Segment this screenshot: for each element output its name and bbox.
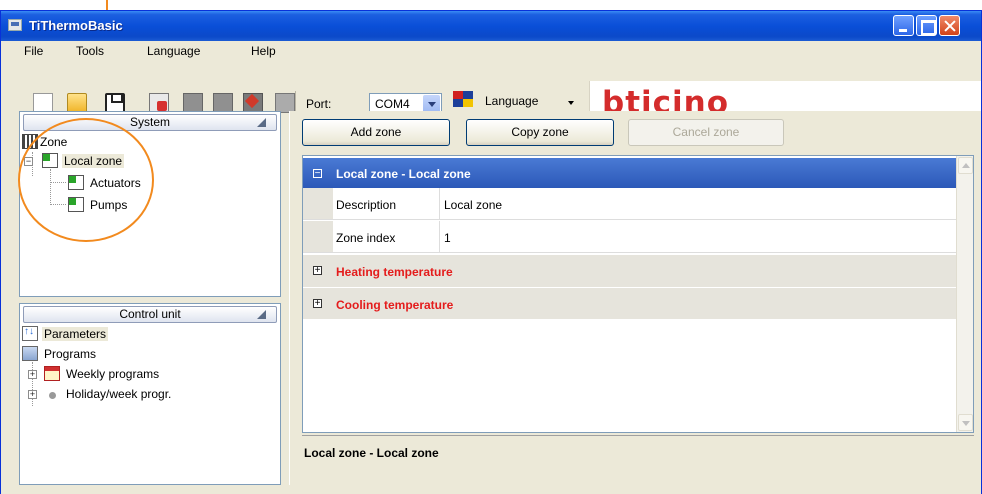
category-label: Heating temperature bbox=[336, 265, 453, 279]
grid-header-row[interactable]: − Local zone - Local zone bbox=[303, 158, 958, 188]
tree-item-label: Programs bbox=[44, 347, 97, 361]
expand-node-icon[interactable]: + bbox=[28, 390, 37, 399]
expand-node-icon[interactable]: + bbox=[313, 299, 322, 309]
property-grid: − Local zone - Local zone Description Lo… bbox=[302, 155, 974, 433]
disabled-action-icon[interactable] bbox=[183, 93, 203, 113]
minimize-button[interactable] bbox=[893, 15, 914, 36]
category-row-heating[interactable]: + Heating temperature bbox=[303, 255, 958, 287]
collapse-node-icon[interactable]: − bbox=[313, 169, 322, 179]
property-name: Zone index bbox=[336, 231, 396, 245]
property-value[interactable]: Local zone bbox=[444, 198, 502, 212]
port-value: COM4 bbox=[375, 97, 410, 111]
grid-header-label: Local zone - Local zone bbox=[336, 167, 471, 181]
column-separator bbox=[439, 221, 440, 252]
app-window: TiThermoBasic File Tools Language Help P… bbox=[0, 10, 982, 494]
save-icon[interactable] bbox=[105, 93, 125, 113]
disabled-action-icon[interactable] bbox=[213, 93, 233, 113]
copy-zone-button[interactable]: Copy zone bbox=[466, 119, 614, 146]
vertical-scrollbar[interactable] bbox=[956, 156, 973, 432]
menu-bar: File Tools Language Help bbox=[1, 41, 981, 61]
control-unit-panel: Control unit Parameters Programs + Weekl… bbox=[19, 303, 281, 485]
delete-icon[interactable] bbox=[149, 93, 169, 113]
control-unit-panel-header[interactable]: Control unit bbox=[23, 306, 277, 323]
menu-file[interactable]: File bbox=[24, 44, 43, 58]
window-title: TiThermoBasic bbox=[29, 18, 123, 33]
new-icon[interactable] bbox=[33, 93, 53, 113]
document-icon[interactable] bbox=[275, 93, 295, 113]
tree-item-parameters[interactable]: Parameters bbox=[22, 326, 142, 342]
scroll-down-icon[interactable] bbox=[958, 414, 973, 431]
collapse-icon[interactable] bbox=[257, 310, 266, 319]
menu-language[interactable]: Language bbox=[147, 44, 200, 58]
menu-tools[interactable]: Tools bbox=[76, 44, 104, 58]
parameters-icon bbox=[22, 326, 38, 341]
row-gutter bbox=[303, 188, 333, 219]
language-selector[interactable]: Language bbox=[485, 94, 538, 108]
tree-item-weekly-programs[interactable]: Weekly programs bbox=[44, 366, 194, 382]
tree-item-holiday-week-programs[interactable]: Holiday/week progr. bbox=[44, 386, 224, 402]
flag-icon[interactable] bbox=[453, 91, 473, 107]
property-row-description[interactable]: Description Local zone bbox=[303, 188, 958, 220]
holiday-icon bbox=[44, 386, 60, 401]
expand-node-icon[interactable]: + bbox=[28, 370, 37, 379]
tree-item-label: Parameters bbox=[42, 327, 109, 341]
close-button[interactable] bbox=[939, 15, 960, 36]
row-gutter bbox=[303, 221, 333, 252]
category-row-cooling[interactable]: + Cooling temperature bbox=[303, 287, 958, 319]
expand-node-icon[interactable]: + bbox=[313, 266, 322, 276]
cancel-zone-button[interactable]: Cancel zone bbox=[628, 119, 784, 146]
collapse-icon[interactable] bbox=[257, 118, 266, 127]
programs-icon bbox=[22, 346, 38, 361]
language-dropdown-arrow-icon[interactable] bbox=[568, 101, 574, 105]
description-title: Local zone - Local zone bbox=[304, 446, 439, 460]
property-row-zone-index[interactable]: Zone index 1 bbox=[303, 221, 958, 253]
maximize-button[interactable] bbox=[916, 15, 937, 36]
category-label: Cooling temperature bbox=[336, 298, 454, 312]
tree-item-programs[interactable]: Programs bbox=[22, 346, 142, 362]
column-separator bbox=[439, 188, 440, 219]
tree-item-label: Weekly programs bbox=[66, 367, 160, 381]
tree-item-label: Holiday/week progr. bbox=[66, 387, 172, 401]
calendar-icon bbox=[44, 366, 60, 381]
scroll-up-icon[interactable] bbox=[958, 157, 973, 174]
control-unit-panel-title: Control unit bbox=[119, 307, 181, 321]
property-name: Description bbox=[336, 198, 397, 212]
open-folder-icon[interactable] bbox=[67, 93, 87, 113]
app-icon bbox=[8, 19, 22, 31]
system-panel-title: System bbox=[129, 115, 170, 129]
port-label: Port: bbox=[306, 97, 332, 111]
description-box: Local zone - Local zone bbox=[302, 435, 974, 485]
property-value[interactable]: 1 bbox=[444, 231, 451, 245]
zone-editor-panel: Add zone Copy zone Cancel zone − Local z… bbox=[289, 111, 981, 485]
title-bar[interactable]: TiThermoBasic bbox=[1, 11, 981, 41]
add-zone-button[interactable]: Add zone bbox=[302, 119, 450, 146]
menu-help[interactable]: Help bbox=[251, 44, 276, 58]
annotation-circle bbox=[18, 118, 154, 242]
send-icon[interactable] bbox=[243, 93, 263, 113]
